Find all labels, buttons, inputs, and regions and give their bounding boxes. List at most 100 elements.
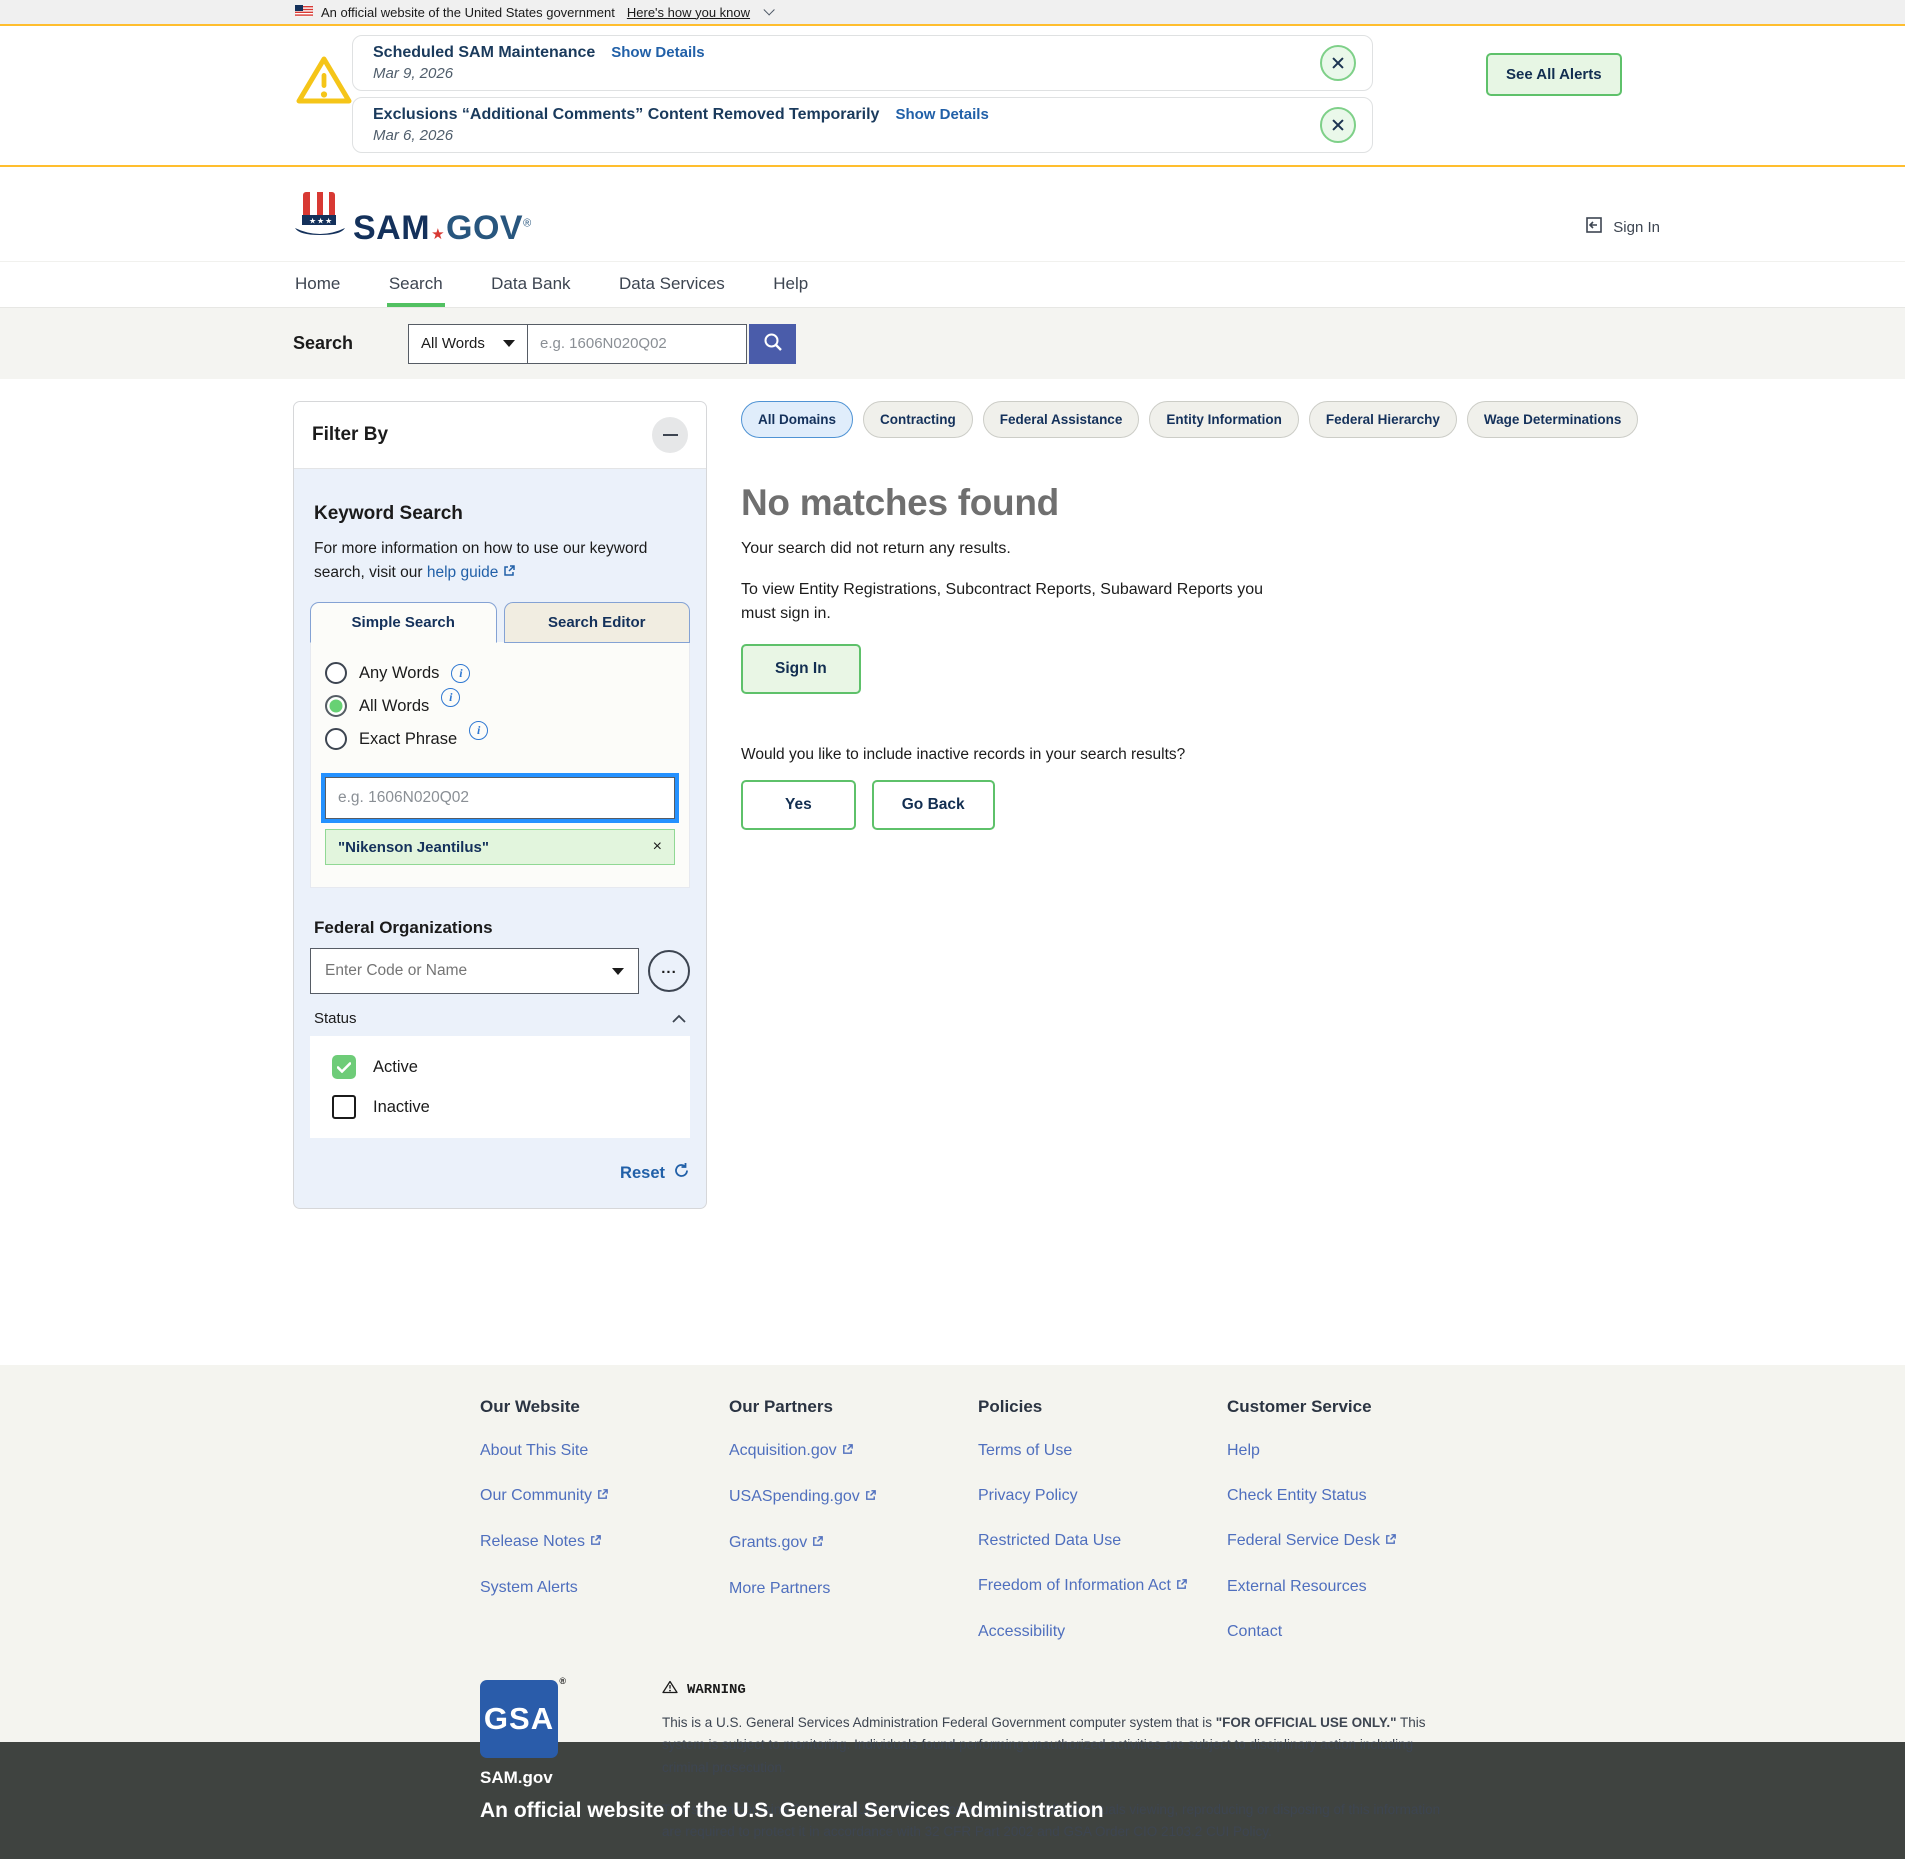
no-results-message: Your search did not return any results. (741, 540, 1556, 558)
external-link-icon (502, 562, 516, 586)
info-icon[interactable]: i (451, 664, 470, 683)
search-input[interactable] (528, 324, 747, 364)
domain-all-domains[interactable]: All Domains (741, 401, 853, 438)
help-guide-link[interactable]: help guide (427, 564, 499, 581)
reset-icon (673, 1162, 690, 1184)
go-back-button[interactable]: Go Back (872, 780, 995, 830)
keyword-search-heading: Keyword Search (314, 503, 690, 525)
radio-all-words[interactable]: All Words i (325, 695, 675, 717)
search-button[interactable] (749, 324, 796, 364)
federal-organizations-heading: Federal Organizations (314, 918, 690, 938)
footer-link-release-notes[interactable]: Release Notes (480, 1533, 729, 1552)
chevron-up-icon (672, 1010, 686, 1027)
radio-icon (325, 728, 347, 750)
footer-link-more-partners[interactable]: More Partners (729, 1580, 978, 1598)
footer-link-usaspending-gov[interactable]: USASpending.gov (729, 1488, 978, 1507)
alert-close-button[interactable] (1320, 45, 1356, 81)
checkbox-inactive[interactable]: Inactive (332, 1095, 668, 1119)
domain-contracting[interactable]: Contracting (863, 401, 973, 438)
keyword-info-text: For more information on how to use our k… (314, 537, 674, 586)
site-header: ★ ★ ★ SAM★GOV® Sign In (0, 167, 1905, 245)
domain-federal-hierarchy[interactable]: Federal Hierarchy (1309, 401, 1457, 438)
footer-heading: Policies (978, 1397, 1227, 1417)
domain-federal-assistance[interactable]: Federal Assistance (983, 401, 1140, 438)
keyword-tabs: Simple Search Search Editor (310, 602, 690, 643)
footer-link-external-resources[interactable]: External Resources (1227, 1578, 1476, 1596)
federal-org-select[interactable]: Enter Code or Name (310, 948, 639, 994)
footer-column-customer-service: Customer Service Help Check Entity Statu… (1227, 1397, 1476, 1668)
footer-link-terms-of-use[interactable]: Terms of Use (978, 1442, 1227, 1460)
gov-banner: An official website of the United States… (0, 0, 1905, 26)
chip-remove-icon[interactable]: × (653, 838, 662, 856)
search-band: Search All Words (0, 307, 1905, 379)
keyword-chip: "Nikenson Jeantilus" × (325, 829, 675, 865)
simple-search-panel: Any Words i All Words i Exact Phrase i "… (310, 642, 690, 888)
nav-item-search[interactable]: Search (387, 262, 445, 307)
sam-gov-logo[interactable]: ★ ★ ★ SAM★GOV® (293, 181, 1905, 245)
yes-button[interactable]: Yes (741, 780, 856, 830)
sign-in-button[interactable]: Sign In (741, 644, 861, 694)
filter-by-title: Filter By (312, 424, 388, 446)
gsa-logo: GSA ® (480, 1680, 558, 1758)
main-nav: Home Search Data Bank Data Services Help (0, 261, 1905, 307)
tab-search-editor[interactable]: Search Editor (504, 602, 691, 643)
warning-icon (662, 1680, 678, 1699)
domain-wage-determinations[interactable]: Wage Determinations (1467, 401, 1639, 438)
footer-heading: Our Website (480, 1397, 729, 1417)
show-details-link[interactable]: Show Details (611, 44, 704, 61)
footer-link-help[interactable]: Help (1227, 1442, 1476, 1460)
keyword-input[interactable] (325, 777, 675, 819)
footer-link-about-this-site[interactable]: About This Site (480, 1442, 729, 1460)
domain-entity-information[interactable]: Entity Information (1149, 401, 1299, 438)
nav-item-home[interactable]: Home (293, 262, 342, 307)
alert-date: Mar 6, 2026 (373, 127, 1302, 144)
footer: Our Website About This Site Our Communit… (0, 1365, 1905, 1742)
info-icon[interactable]: i (469, 721, 488, 740)
footer-link-acquisition-gov[interactable]: Acquisition.gov (729, 1442, 978, 1461)
external-link-icon (589, 1534, 602, 1552)
nav-item-data-services[interactable]: Data Services (617, 262, 727, 307)
close-icon (1331, 118, 1345, 132)
footer-link-privacy-policy[interactable]: Privacy Policy (978, 1487, 1227, 1505)
external-link-icon (596, 1488, 609, 1506)
external-link-icon (811, 1535, 824, 1553)
see-all-alerts-button[interactable]: See All Alerts (1486, 53, 1622, 96)
caret-down-icon (612, 968, 624, 975)
radio-icon (325, 662, 347, 684)
collapse-filters-button[interactable] (652, 417, 688, 453)
footer-link-accessibility[interactable]: Accessibility (978, 1623, 1227, 1641)
heres-how-you-know-link[interactable]: Here's how you know (627, 5, 750, 20)
radio-selected-icon (325, 695, 347, 717)
ellipsis-icon: ... (661, 960, 677, 977)
filter-panel: Filter By Keyword Search For more inform… (293, 401, 707, 1209)
footer-link-foia[interactable]: Freedom of Information Act (978, 1577, 1227, 1596)
alert-exclusions: Exclusions “Additional Comments” Content… (352, 97, 1373, 153)
svg-text:★: ★ (317, 217, 324, 226)
show-details-link[interactable]: Show Details (895, 106, 988, 123)
footer-link-grants-gov[interactable]: Grants.gov (729, 1534, 978, 1553)
radio-any-words[interactable]: Any Words i (325, 662, 675, 684)
search-mode-select[interactable]: All Words (408, 324, 528, 364)
uncle-sam-hat-icon: ★ ★ ★ (293, 190, 347, 245)
alert-close-button[interactable] (1320, 107, 1356, 143)
footer-heading: Our Partners (729, 1397, 978, 1417)
more-options-button[interactable]: ... (648, 950, 690, 992)
checkbox-unchecked-icon (332, 1095, 356, 1119)
radio-exact-phrase[interactable]: Exact Phrase i (325, 728, 675, 750)
info-icon[interactable]: i (441, 688, 460, 707)
footer-link-our-community[interactable]: Our Community (480, 1487, 729, 1506)
external-link-icon (864, 1489, 877, 1507)
checkbox-active[interactable]: Active (332, 1055, 668, 1079)
status-section-header[interactable]: Status (314, 1010, 686, 1027)
sign-in-link[interactable]: Sign In (1584, 215, 1660, 239)
tab-simple-search[interactable]: Simple Search (310, 602, 497, 643)
nav-item-data-bank[interactable]: Data Bank (489, 262, 572, 307)
nav-item-help[interactable]: Help (771, 262, 810, 307)
footer-link-contact[interactable]: Contact (1227, 1623, 1476, 1641)
results-area: All Domains Contracting Federal Assistan… (741, 401, 1556, 830)
footer-link-system-alerts[interactable]: System Alerts (480, 1579, 729, 1597)
footer-link-federal-service-desk[interactable]: Federal Service Desk (1227, 1532, 1476, 1551)
reset-filters-link[interactable]: Reset (620, 1162, 690, 1184)
footer-link-restricted-data-use[interactable]: Restricted Data Use (978, 1532, 1227, 1550)
footer-link-check-entity-status[interactable]: Check Entity Status (1227, 1487, 1476, 1505)
